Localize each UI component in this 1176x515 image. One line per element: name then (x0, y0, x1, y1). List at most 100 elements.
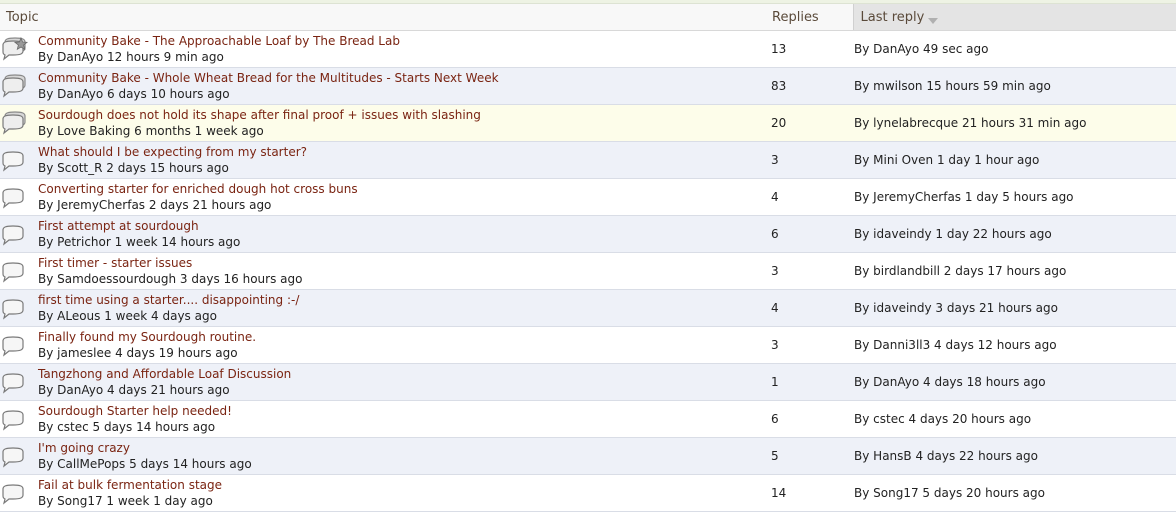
table-row: Tangzhong and Affordable Loaf Discussion… (0, 363, 1176, 401)
last-reply-info: By HansB 4 days 22 hours ago (853, 437, 1176, 475)
last-reply-info: By Danni3ll3 4 days 12 hours ago (853, 326, 1176, 364)
reply-count: 1 (766, 363, 854, 401)
topic-title-link[interactable]: Finally found my Sourdough routine. (38, 329, 766, 345)
last-reply-column-header[interactable]: Last reply (852, 4, 1176, 31)
speech-bubble-icon (2, 484, 24, 505)
topic-author-info: By CallMePops 5 days 14 hours ago (38, 457, 252, 471)
topic-cell: first time using a starter.... disappoin… (38, 289, 767, 327)
last-reply-info: By DanAyo 4 days 18 hours ago (853, 363, 1176, 401)
last-reply-info: By cstec 4 days 20 hours ago (853, 400, 1176, 438)
last-reply-info: By JeremyCherfas 1 day 5 hours ago (853, 178, 1176, 216)
topic-title-link[interactable]: First timer - starter issues (38, 255, 766, 271)
reply-count: 3 (766, 141, 854, 179)
speech-bubble-icon (2, 225, 24, 246)
topic-title-link[interactable]: First attempt at sourdough (38, 218, 766, 234)
topic-list: Community Bake - The Approachable Loaf b… (0, 30, 1176, 512)
topic-cell: What should I be expecting from my start… (38, 141, 767, 179)
reply-count: 6 (766, 400, 854, 438)
topic-icon-cell (0, 30, 38, 68)
topic-cell: Finally found my Sourdough routine. By j… (38, 326, 767, 364)
speech-bubble-icon (2, 151, 24, 172)
table-row: First timer - starter issues By Samdoess… (0, 252, 1176, 290)
topic-title-link[interactable]: Converting starter for enriched dough ho… (38, 181, 766, 197)
speech-bubble-icon (2, 262, 24, 283)
topic-title-link[interactable]: first time using a starter.... disappoin… (38, 292, 766, 308)
topic-icon-cell (0, 178, 38, 216)
sticky-speech-bubble-icon (2, 36, 29, 61)
hot-speech-bubble-icon (2, 74, 26, 98)
sort-descending-icon[interactable] (928, 17, 939, 24)
reply-count: 3 (766, 252, 854, 290)
speech-bubble-icon (2, 373, 24, 394)
topic-author-info: By cstec 5 days 14 hours ago (38, 420, 216, 434)
topic-cell: Fail at bulk fermentation stage By Song1… (38, 474, 767, 512)
replies-column-header[interactable]: Replies (766, 4, 854, 31)
topic-icon-cell (0, 437, 38, 475)
reply-count: 4 (766, 289, 854, 327)
last-reply-info: By birdlandbill 2 days 17 hours ago (853, 252, 1176, 290)
speech-bubble-icon (2, 447, 24, 468)
topic-icon-cell (0, 141, 38, 179)
table-row: Finally found my Sourdough routine. By j… (0, 326, 1176, 364)
topic-author-info: By Samdoessourdough 3 days 16 hours ago (38, 272, 303, 286)
table-row: Fail at bulk fermentation stage By Song1… (0, 474, 1176, 512)
reply-count: 83 (766, 67, 854, 105)
speech-bubble-icon (2, 188, 24, 209)
table-row: I'm going crazy By CallMePops 5 days 14 … (0, 437, 1176, 475)
table-row: Converting starter for enriched dough ho… (0, 178, 1176, 216)
topic-author-info: By jameslee 4 days 19 hours ago (38, 346, 238, 360)
topic-author-info: By DanAyo 12 hours 9 min ago (38, 50, 224, 64)
reply-count: 3 (766, 326, 854, 364)
speech-bubble-icon (2, 410, 24, 431)
topic-title-link[interactable]: Fail at bulk fermentation stage (38, 477, 766, 493)
topic-author-info: By DanAyo 4 days 21 hours ago (38, 383, 230, 397)
topic-cell: First timer - starter issues By Samdoess… (38, 252, 767, 290)
topic-author-info: By Song17 1 week 1 day ago (38, 494, 213, 508)
last-reply-info: By Song17 5 days 20 hours ago (853, 474, 1176, 512)
last-reply-info: By lynelabrecque 21 hours 31 min ago (853, 104, 1176, 142)
table-row: Community Bake - The Approachable Loaf b… (0, 30, 1176, 68)
topic-icon-cell (0, 363, 38, 401)
reply-count: 6 (766, 215, 854, 253)
reply-count: 4 (766, 178, 854, 216)
topic-icon-cell (0, 474, 38, 512)
topic-cell: Converting starter for enriched dough ho… (38, 178, 767, 216)
topic-author-info: By ALeous 1 week 4 days ago (38, 309, 217, 323)
reply-count: 13 (766, 30, 854, 68)
topic-title-link[interactable]: Community Bake - Whole Wheat Bread for t… (38, 70, 766, 86)
table-row: first time using a starter.... disappoin… (0, 289, 1176, 327)
topic-title-link[interactable]: What should I be expecting from my start… (38, 144, 766, 160)
topic-title-link[interactable]: I'm going crazy (38, 440, 766, 456)
last-reply-info: By idaveindy 3 days 21 hours ago (853, 289, 1176, 327)
topic-cell: First attempt at sourdough By Petrichor … (38, 215, 767, 253)
topic-cell: I'm going crazy By CallMePops 5 days 14 … (38, 437, 767, 475)
reply-count: 20 (766, 104, 854, 142)
last-reply-header-label[interactable]: Last reply (861, 10, 925, 25)
topic-icon-cell (0, 326, 38, 364)
table-row: What should I be expecting from my start… (0, 141, 1176, 179)
hot-speech-bubble-icon (2, 111, 26, 135)
last-reply-info: By idaveindy 1 day 22 hours ago (853, 215, 1176, 253)
topic-cell: Community Bake - Whole Wheat Bread for t… (38, 67, 767, 105)
table-header-row: Topic Replies Last reply (0, 4, 1176, 31)
table-row: First attempt at sourdough By Petrichor … (0, 215, 1176, 253)
table-row: Community Bake - Whole Wheat Bread for t… (0, 67, 1176, 105)
topic-title-link[interactable]: Sourdough Starter help needed! (38, 403, 766, 419)
reply-count: 5 (766, 437, 854, 475)
speech-bubble-icon (2, 299, 24, 320)
topic-title-link[interactable]: Community Bake - The Approachable Loaf b… (38, 33, 766, 49)
last-reply-info: By DanAyo 49 sec ago (853, 30, 1176, 68)
topic-icon-cell (0, 215, 38, 253)
last-reply-info: By Mini Oven 1 day 1 hour ago (853, 141, 1176, 179)
topic-author-info: By Love Baking 6 months 1 week ago (38, 124, 264, 138)
topic-icon-cell (0, 252, 38, 290)
topic-cell: Sourdough does not hold its shape after … (38, 104, 767, 142)
topic-icon-cell (0, 67, 38, 105)
topic-author-info: By JeremyCherfas 2 days 21 hours ago (38, 198, 272, 212)
topic-author-info: By DanAyo 6 days 10 hours ago (38, 87, 230, 101)
topic-cell: Community Bake - The Approachable Loaf b… (38, 30, 767, 68)
topic-column-header[interactable]: Topic (0, 4, 767, 31)
topic-icon-cell (0, 400, 38, 438)
topic-title-link[interactable]: Sourdough does not hold its shape after … (38, 107, 766, 123)
topic-title-link[interactable]: Tangzhong and Affordable Loaf Discussion (38, 366, 766, 382)
